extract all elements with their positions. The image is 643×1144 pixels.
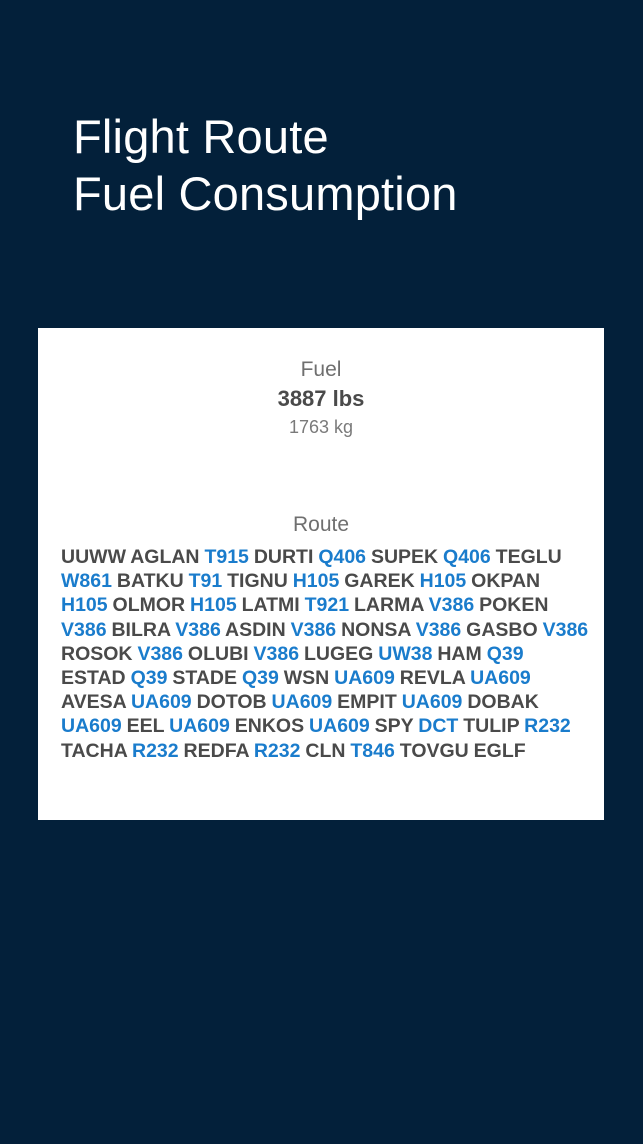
route-label: Route <box>292 513 350 536</box>
route-airway: H105 <box>190 594 237 617</box>
route-waypoint: BATKU <box>116 570 184 593</box>
route-waypoint: OLMOR <box>112 594 186 617</box>
route-waypoint: DOTOB <box>196 691 267 714</box>
route-waypoint: ASDIN <box>225 618 286 641</box>
route-waypoint: EEL <box>126 715 165 738</box>
route-waypoint: REDFA <box>183 739 249 762</box>
route-waypoint: EMPIT <box>337 691 397 714</box>
route-waypoint: AGLAN <box>130 546 200 568</box>
route-waypoint: ESTAD <box>61 667 126 690</box>
route-waypoint: SPY <box>374 715 414 738</box>
route-airway: T915 <box>204 546 249 568</box>
route-airway: UA609 <box>61 715 122 738</box>
route-text: UUWW AGLAN T915 DURTI Q406 SUPEK Q406 TE… <box>61 545 591 763</box>
route-airway: Q39 <box>486 642 524 665</box>
route-waypoint: GAREK <box>344 570 415 593</box>
fuel-label: Fuel <box>300 358 342 381</box>
route-airway: R232 <box>132 739 179 762</box>
route-waypoint: EGLF <box>473 739 526 762</box>
route-waypoint: AVESA <box>61 691 127 714</box>
title-line-1: Flight Route <box>73 110 329 163</box>
route-airway: UA609 <box>334 667 395 690</box>
route-waypoint: UUWW <box>61 546 126 568</box>
route-airway: V386 <box>290 618 337 641</box>
route-airway: T91 <box>188 570 223 593</box>
route-airway: H105 <box>419 570 467 593</box>
route-airway: UA609 <box>470 667 531 690</box>
route-airway: T921 <box>304 594 350 617</box>
route-waypoint: DURTI <box>253 546 314 568</box>
route-waypoint: TEGLU <box>495 546 562 568</box>
fuel-route-card: Fuel 3887 lbs 1763 kg Route UUWW AGLAN T… <box>38 328 604 820</box>
route-waypoint: ROSOK <box>61 642 133 665</box>
route-waypoint: TIGNU <box>227 570 288 593</box>
route-airway: V386 <box>61 618 107 641</box>
page-title: Flight Route Fuel Consumption <box>73 108 458 222</box>
route-airway: H105 <box>61 594 108 617</box>
route-airway: R232 <box>524 715 571 738</box>
route-airway: UA609 <box>271 691 333 714</box>
route-waypoint: GASBO <box>466 618 538 641</box>
route-waypoint: ENKOS <box>234 715 305 738</box>
route-airway: V386 <box>415 618 462 641</box>
route-airway: Q39 <box>241 667 279 690</box>
route-airway: Q39 <box>130 667 168 690</box>
route-airway: UA609 <box>309 715 370 738</box>
route-airway: Q406 <box>318 546 367 568</box>
route-waypoint: DOBAK <box>467 691 539 714</box>
route-airway: V386 <box>175 618 221 641</box>
route-airway: UA609 <box>169 715 230 738</box>
route-waypoint: POKEN <box>479 594 549 617</box>
route-airway: W861 <box>61 570 112 593</box>
route-airway: UA609 <box>401 691 463 714</box>
route-waypoint: OLUBI <box>187 642 249 665</box>
route-waypoint: STADE <box>172 667 238 690</box>
route-waypoint: HAM <box>437 642 482 665</box>
route-airway: R232 <box>253 739 301 762</box>
route-waypoint: BILRA <box>111 618 171 641</box>
route-airway: V386 <box>137 642 183 665</box>
route-airway: Q406 <box>443 546 491 568</box>
route-airway: V386 <box>253 642 300 665</box>
fuel-lbs-value: 3887 lbs <box>277 386 365 411</box>
route-waypoint: TULIP <box>463 715 520 738</box>
route-waypoint: SUPEK <box>370 546 439 568</box>
route-airway: UW38 <box>378 642 433 665</box>
route-airway: DCT <box>418 715 459 738</box>
route-waypoint: WSN <box>283 667 330 690</box>
route-waypoint: NONSA <box>341 618 411 641</box>
route-waypoint: LATMI <box>241 594 300 617</box>
route-waypoint: CLN <box>305 739 346 762</box>
route-airway: UA609 <box>130 691 192 714</box>
route-waypoint: TACHA <box>61 739 128 762</box>
route-waypoint: LARMA <box>354 594 424 617</box>
route-airway: V386 <box>428 594 475 617</box>
route-airway: T846 <box>350 739 395 762</box>
route-waypoint: OKPAN <box>471 570 541 593</box>
route-waypoint: TOVGU <box>399 739 469 762</box>
title-line-2: Fuel Consumption <box>73 167 458 220</box>
route-airway: H105 <box>292 570 340 593</box>
route-waypoint: REVLA <box>399 667 466 690</box>
route-airway: V386 <box>542 618 589 641</box>
fuel-kg-value: 1763 kg <box>288 417 354 437</box>
route-waypoint: LUGEG <box>303 642 374 665</box>
